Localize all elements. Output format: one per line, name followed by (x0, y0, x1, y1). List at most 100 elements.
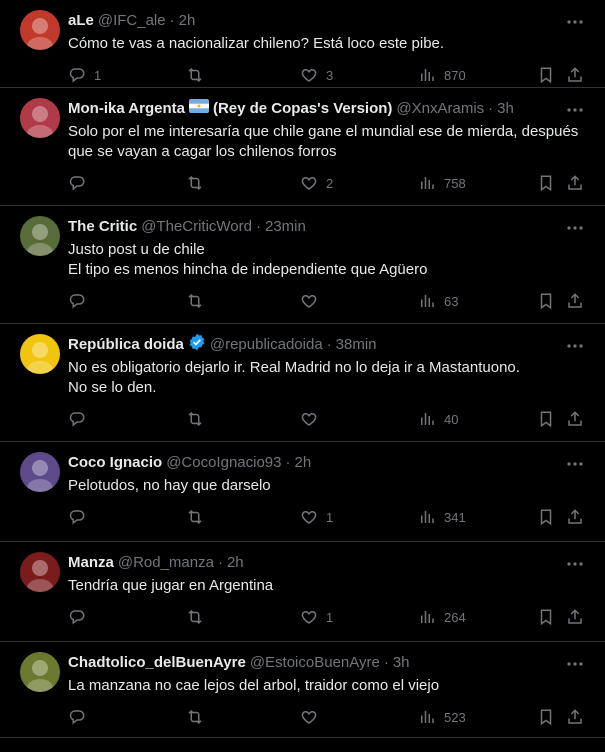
tweet-text-line: La manzana no cae lejos del arbol, traid… (68, 677, 440, 694)
reply-button[interactable] (68, 608, 94, 626)
views-button[interactable]: 264 (418, 608, 466, 626)
author-handle[interactable]: @EstoicoBuenAyre (250, 653, 380, 673)
more-icon[interactable] (565, 218, 585, 238)
like-button[interactable] (300, 708, 326, 726)
author-name[interactable]: Chadtolico_delBuenAyre (68, 653, 246, 673)
more-icon[interactable] (565, 454, 585, 474)
avatar[interactable] (20, 216, 60, 256)
separator-dot: · (285, 454, 291, 471)
views-button[interactable]: 758 (418, 174, 466, 192)
retweet-button[interactable] (186, 508, 212, 526)
reply-button[interactable]: 1 (68, 66, 101, 84)
reply-button[interactable] (68, 292, 94, 310)
retweet-button[interactable] (186, 174, 212, 192)
author-handle[interactable]: @TheCriticWord (141, 217, 252, 237)
retweet-button[interactable] (186, 292, 212, 310)
more-icon[interactable] (565, 336, 585, 356)
reply-button[interactable] (68, 708, 94, 726)
timestamp[interactable]: 2h (227, 553, 244, 573)
tweet[interactable]: Mon-ika Argenta (Rey de Copas's Version) @… (0, 88, 605, 206)
retweet-button[interactable] (186, 708, 212, 726)
tweet[interactable]: The Critic @TheCriticWord · 23min Justo post… (0, 206, 605, 324)
more-icon[interactable] (565, 554, 585, 574)
timestamp[interactable]: 38min (336, 335, 377, 355)
views-button[interactable]: 341 (418, 508, 466, 526)
retweet-icon (186, 410, 204, 428)
avatar[interactable] (20, 652, 60, 692)
reply-icon (68, 66, 86, 84)
author-handle[interactable]: @CocoIgnacio93 (166, 453, 281, 473)
timestamp[interactable]: 2h (179, 11, 196, 31)
author-handle[interactable]: @Rod_manza (118, 553, 214, 573)
author-name[interactable]: Manza (68, 553, 114, 573)
views-button[interactable]: 870 (418, 66, 466, 84)
author-name[interactable]: Mon-ika Argenta (68, 99, 185, 119)
bookmark-button[interactable] (537, 410, 555, 428)
more-icon[interactable] (565, 12, 585, 32)
bookmark-button[interactable] (537, 66, 555, 84)
retweet-button[interactable] (186, 66, 212, 84)
views-icon (418, 174, 436, 192)
avatar[interactable] (20, 10, 60, 50)
bookmark-button[interactable] (537, 608, 555, 626)
views-button[interactable]: 523 (418, 708, 466, 726)
author-handle[interactable]: @republicadoida (210, 335, 323, 355)
author-name[interactable]: aLe (68, 11, 94, 31)
reply-button[interactable] (68, 508, 94, 526)
timestamp[interactable]: 23min (265, 217, 306, 237)
like-button[interactable]: 3 (300, 66, 333, 84)
tweet[interactable]: República doida @republicadoida · 38min No e… (0, 324, 605, 442)
author-name-suffix[interactable]: (Rey de Copas's Version) (213, 99, 392, 119)
author-name[interactable]: Coco Ignacio (68, 453, 162, 473)
timestamp[interactable]: 2h (295, 453, 312, 473)
reply-icon (68, 708, 86, 726)
share-button[interactable] (566, 174, 584, 192)
share-button[interactable] (566, 508, 584, 526)
like-button[interactable]: 1 (300, 608, 333, 626)
share-button[interactable] (566, 292, 584, 310)
share-button[interactable] (566, 608, 584, 626)
retweet-button[interactable] (186, 410, 212, 428)
timestamp[interactable]: 3h (497, 99, 514, 119)
bookmark-button[interactable] (537, 292, 555, 310)
avatar[interactable] (20, 98, 60, 138)
like-button[interactable]: 1 (300, 508, 333, 526)
tweet-text: Tendría que jugar en Argentina (68, 576, 589, 596)
bookmark-button[interactable] (537, 174, 555, 192)
bookmark-icon (537, 292, 555, 310)
tweet[interactable]: Manza @Rod_manza · 2h Tendría que jugar en A… (0, 542, 605, 642)
author-name[interactable]: The Critic (68, 217, 137, 237)
tweet[interactable]: Coco Ignacio @CocoIgnacio93 · 2h Pelotudos, … (0, 442, 605, 542)
share-button[interactable] (566, 410, 584, 428)
like-button[interactable] (300, 292, 326, 310)
tweet[interactable]: Chadtolico_delBuenAyre @EstoicoBuenAyre · 3… (0, 642, 605, 738)
like-button[interactable]: 2 (300, 174, 333, 192)
author-handle[interactable]: @XnxAramis (396, 99, 484, 119)
author-name[interactable]: República doida (68, 335, 184, 355)
reply-button[interactable] (68, 410, 94, 428)
action-bar: 2 758 (68, 162, 589, 206)
share-button[interactable] (566, 708, 584, 726)
more-icon[interactable] (565, 100, 585, 120)
bookmark-icon (537, 608, 555, 626)
retweet-button[interactable] (186, 608, 212, 626)
avatar[interactable] (20, 552, 60, 592)
share-icon (566, 174, 584, 192)
timestamp[interactable]: 3h (393, 653, 410, 673)
reply-button[interactable] (68, 174, 94, 192)
views-button[interactable]: 63 (418, 292, 458, 310)
share-icon (566, 508, 584, 526)
view-count: 264 (444, 609, 466, 625)
views-button[interactable]: 40 (418, 410, 458, 428)
more-icon[interactable] (565, 654, 585, 674)
bookmark-button[interactable] (537, 508, 555, 526)
tweet-text-line: No se lo den. (68, 379, 157, 396)
share-button[interactable] (566, 66, 584, 84)
tweet[interactable]: aLe @IFC_ale · 2h Cómo te vas a nacionalizar… (0, 0, 605, 88)
view-count: 341 (444, 509, 466, 525)
bookmark-button[interactable] (537, 708, 555, 726)
like-button[interactable] (300, 410, 326, 428)
author-handle[interactable]: @IFC_ale (98, 11, 166, 31)
avatar[interactable] (20, 334, 60, 374)
avatar[interactable] (20, 452, 60, 492)
